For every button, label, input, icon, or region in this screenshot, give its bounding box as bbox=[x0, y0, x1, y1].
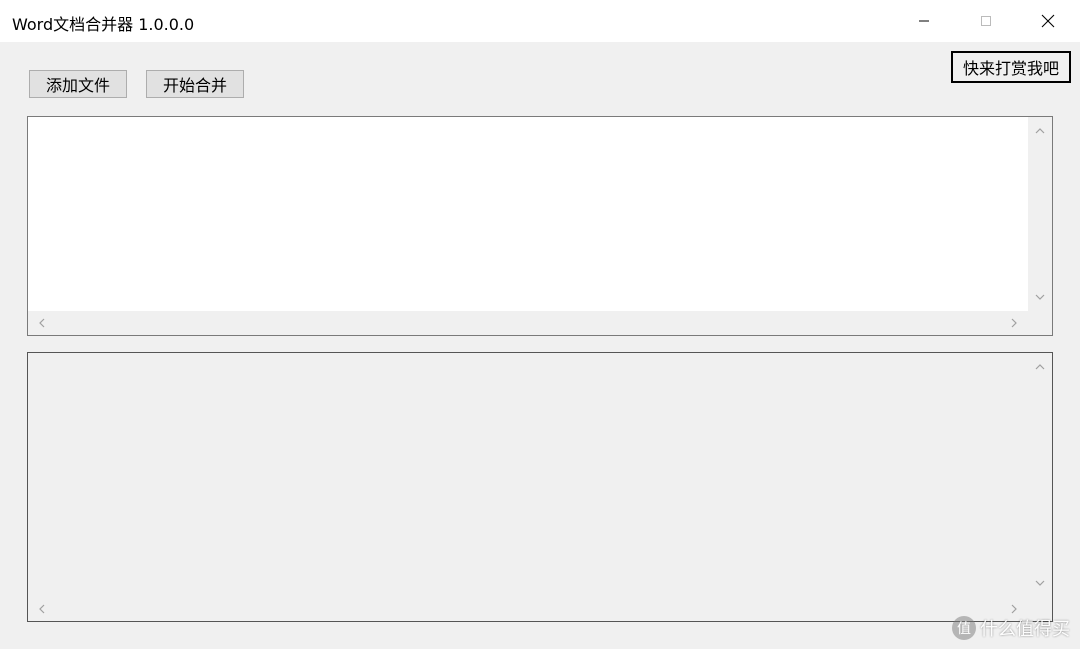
maximize-icon bbox=[980, 15, 992, 27]
title-bar[interactable]: Word文档合并器 1.0.0.0 bbox=[0, 0, 1080, 42]
chevron-left-icon[interactable] bbox=[34, 315, 50, 331]
start-merge-button[interactable]: 开始合并 bbox=[146, 70, 244, 98]
minimize-icon bbox=[918, 15, 930, 27]
chevron-up-icon[interactable] bbox=[1032, 123, 1048, 139]
close-button[interactable] bbox=[1017, 0, 1079, 42]
file-list[interactable] bbox=[27, 116, 1053, 336]
vertical-scrollbar[interactable] bbox=[1028, 117, 1052, 311]
app-window: Word文档合并器 1.0.0.0 添加文件 开始合并 快来打赏我吧 值 什么值… bbox=[0, 0, 1080, 649]
chevron-right-icon[interactable] bbox=[1006, 315, 1022, 331]
minimize-button[interactable] bbox=[893, 0, 955, 42]
close-icon bbox=[1041, 14, 1055, 28]
scrollbar-corner bbox=[1028, 311, 1052, 335]
vertical-scrollbar[interactable] bbox=[1028, 353, 1052, 597]
add-files-button[interactable]: 添加文件 bbox=[29, 70, 127, 98]
chevron-up-icon[interactable] bbox=[1032, 359, 1048, 375]
watermark: 值 什么值得买 bbox=[952, 615, 1070, 641]
watermark-logo-icon: 值 bbox=[952, 616, 976, 640]
chevron-down-icon[interactable] bbox=[1032, 289, 1048, 305]
window-title: Word文档合并器 1.0.0.0 bbox=[12, 15, 195, 34]
watermark-text: 什么值得买 bbox=[980, 619, 1070, 640]
chevron-down-icon[interactable] bbox=[1032, 575, 1048, 591]
log-output[interactable] bbox=[27, 352, 1053, 622]
horizontal-scrollbar[interactable] bbox=[28, 311, 1028, 335]
horizontal-scrollbar[interactable] bbox=[28, 597, 1028, 621]
donate-button[interactable]: 快来打赏我吧 bbox=[951, 51, 1071, 83]
chevron-left-icon[interactable] bbox=[34, 601, 50, 617]
maximize-button[interactable] bbox=[955, 0, 1017, 42]
